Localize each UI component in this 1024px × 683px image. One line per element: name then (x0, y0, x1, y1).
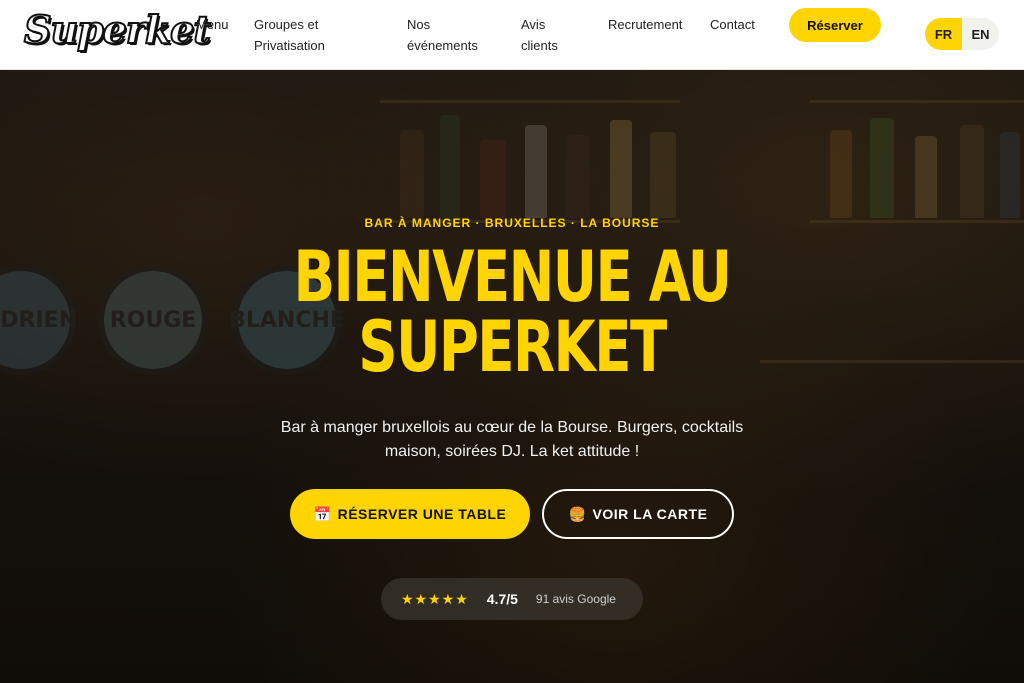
hero-subtitle: Bar à manger bruxellois au cœur de la Bo… (280, 419, 744, 460)
nav-item-recrutement[interactable]: Recrutement (608, 14, 682, 35)
reserve-table-label: RÉSERVER UNE TABLE (337, 506, 507, 522)
reserve-button[interactable]: Réserver (789, 8, 881, 42)
review-count: 91 avis Google (535, 592, 616, 606)
reserve-table-button[interactable]: 📅 RÉSERVER UNE TABLE (290, 489, 530, 539)
nav-item-evenements[interactable]: Nos événements (407, 14, 497, 56)
burger-icon: 🍔 (568, 505, 587, 522)
language-switcher: FR EN (925, 18, 999, 50)
rating-badge[interactable]: ★★★★★ 4.7/5 91 avis Google (381, 578, 643, 620)
lang-fr[interactable]: FR (925, 18, 962, 50)
nav-item-groupes[interactable]: Groupes et Privatisation (254, 14, 364, 56)
rating-score: 4.7/5 (486, 591, 518, 607)
hero-eyebrow: BAR À MANGER · BRUXELLES · LA BOURSE (364, 216, 660, 230)
nav-item-menu[interactable]: Menu (196, 14, 229, 35)
view-menu-button[interactable]: 🍔 VOIR LA CARTE (542, 489, 734, 539)
calendar-icon: 📅 (313, 505, 332, 522)
nav-item-avis[interactable]: Avis clients (521, 14, 571, 56)
site-header: Superket Menu Groupes et Privatisation N… (0, 0, 1024, 70)
hero-title: BIENVENUE AU SUPERKET (113, 242, 912, 382)
hero-title-line2: SUPERKET (358, 306, 667, 388)
hero-section: ANDRIEN ROUGE BLANCHE BAR À MANGER · BRU… (0, 70, 1024, 683)
view-menu-label: VOIR LA CARTE (592, 506, 708, 522)
stars-icon: ★★★★★ (401, 590, 469, 607)
nav-item-contact[interactable]: Contact (710, 14, 755, 35)
lang-en[interactable]: EN (962, 18, 999, 50)
